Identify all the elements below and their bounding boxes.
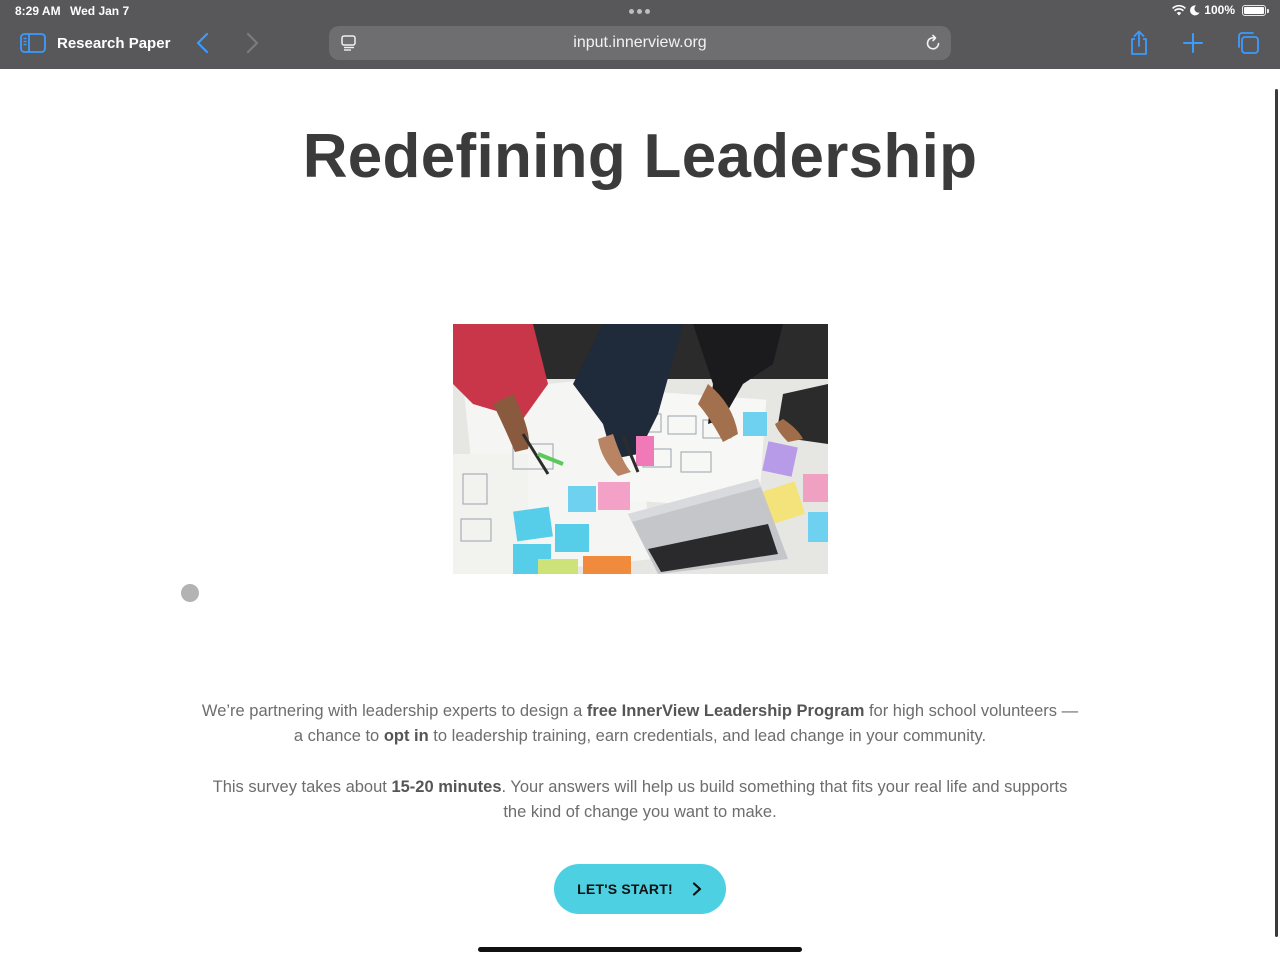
status-time: 8:29 AM [15,4,61,18]
moon-icon [1190,4,1200,15]
address-bar[interactable]: input.innerview.org [329,26,951,60]
tab-group-title[interactable]: Research Paper [57,35,170,52]
battery-icon [1242,4,1269,16]
sidebar-icon[interactable] [20,32,46,54]
forward-chevron-icon [246,32,259,54]
duration-paragraph: This survey takes about 15-20 minutes. Y… [212,778,1068,821]
status-date: Wed Jan 7 [70,4,130,18]
back-chevron-icon[interactable] [194,32,212,54]
opt-in-text: opt in [383,727,429,745]
web-page: Redefining Leadership We’re partnering w… [0,69,1280,960]
intro-paragraph: We’re partnering with leadership experts… [201,702,1079,745]
wifi-icon [1172,4,1187,15]
status-indicators: 100% [1172,3,1269,17]
browser-toolbar: 8:29 AM Wed Jan 7 100% Research Paper in… [0,0,1280,69]
scrollbar[interactable] [1275,89,1278,937]
floating-dot-button[interactable] [181,584,199,602]
battery-percent: 100% [1204,3,1235,17]
plus-icon[interactable] [1182,32,1204,54]
page-title: Redefining Leadership [302,122,978,191]
duration-text: 15-20 minutes [391,778,502,796]
home-indicator[interactable] [478,947,802,952]
url-text[interactable]: input.innerview.org [329,34,951,52]
chevron-right-icon [692,882,701,896]
hero-image [453,324,828,574]
lets-start-button[interactable]: LET'S START! [554,864,726,914]
lets-start-label: LET'S START! [577,881,673,897]
share-icon[interactable] [1128,30,1150,56]
reload-icon[interactable] [924,34,942,52]
program-name: free InnerView Leadership Program [586,702,865,720]
tabs-icon[interactable] [1236,31,1260,55]
multitasking-dots-icon[interactable] [629,9,650,14]
battery-fill [1244,6,1264,14]
